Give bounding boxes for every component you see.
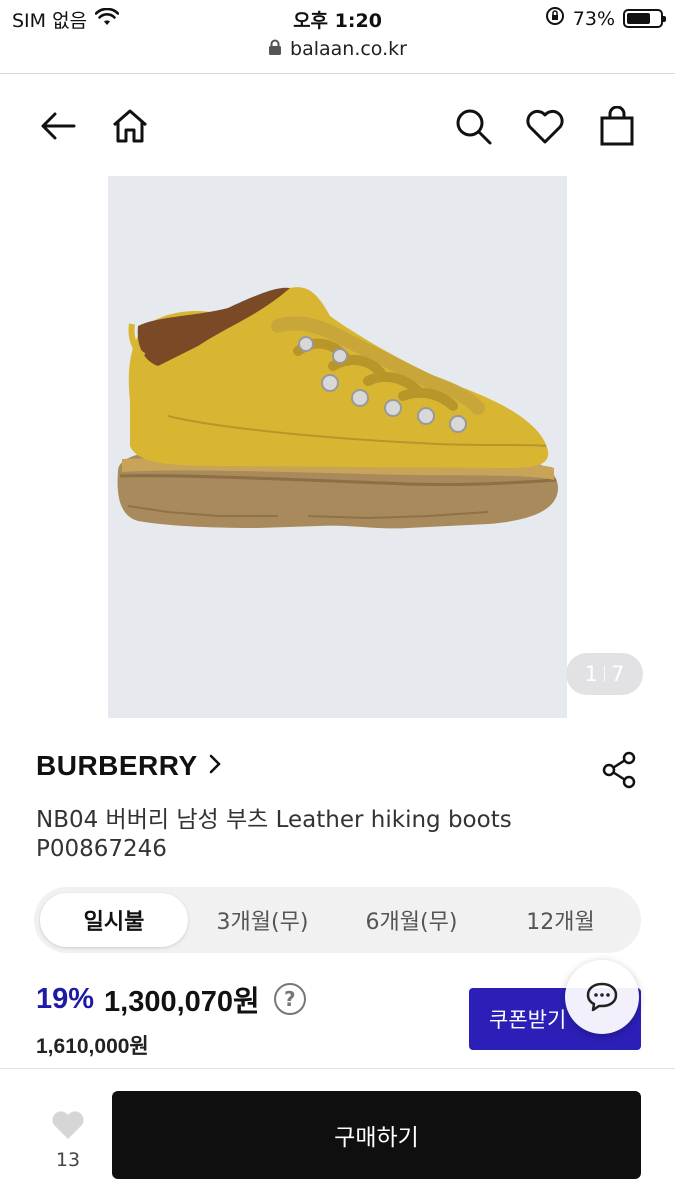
sale-price: 1,300,070원 xyxy=(104,986,260,1018)
search-icon[interactable] xyxy=(451,104,495,148)
discount-rate: 19% xyxy=(36,982,95,1015)
like-count: 13 xyxy=(55,1149,81,1171)
tab-3-months[interactable]: 3개월(무) xyxy=(188,893,337,947)
tab-12-months[interactable]: 12개월 xyxy=(486,893,635,947)
battery-icon xyxy=(623,9,666,28)
lock-icon xyxy=(268,38,282,60)
gallery-pager: 1 7 xyxy=(566,653,643,695)
heart-icon[interactable] xyxy=(523,104,567,148)
battery-percent: 73% xyxy=(572,7,615,30)
installment-tabs: 일시불 3개월(무) 6개월(무) 12개월 xyxy=(34,887,641,953)
product-image[interactable] xyxy=(108,176,567,718)
brand-name: BURBERRY xyxy=(36,750,198,781)
back-arrow-icon[interactable] xyxy=(36,104,80,148)
heart-filled-icon xyxy=(50,1111,86,1145)
tab-lump-sum[interactable]: 일시불 xyxy=(40,893,188,947)
status-bar: SIM 없음 오후 1:20 73% xyxy=(0,0,675,36)
price-row: 19% 1,300,070원 ? xyxy=(36,978,306,1020)
product-name: NB04 버버리 남성 부츠 Leather hiking boots xyxy=(36,807,512,833)
tab-6-months[interactable]: 6개월(무) xyxy=(337,893,486,947)
gallery-total: 7 xyxy=(611,662,625,686)
battery-level xyxy=(627,13,651,24)
brand-link[interactable]: BURBERRY xyxy=(36,750,222,782)
chat-icon[interactable] xyxy=(565,960,639,1034)
original-price: 1,610,000원 xyxy=(36,1035,149,1058)
buy-button[interactable]: 구매하기 xyxy=(112,1091,641,1179)
rotation-lock-icon xyxy=(545,6,565,31)
chevron-right-icon xyxy=(208,753,222,779)
bottom-action-bar: 13 구매하기 xyxy=(0,1068,675,1200)
coupon-button-label: 쿠폰받기 xyxy=(489,1008,567,1032)
url-text: balaan.co.kr xyxy=(290,38,407,60)
product-code: P00867246 xyxy=(36,836,167,862)
like-button[interactable]: 13 xyxy=(40,1109,96,1171)
shopping-bag-icon[interactable] xyxy=(595,104,639,148)
pager-divider xyxy=(604,666,605,682)
address-bar[interactable]: balaan.co.kr xyxy=(0,36,675,74)
buy-button-label: 구매하기 xyxy=(334,1125,419,1151)
home-icon[interactable] xyxy=(108,104,152,148)
boot-illustration xyxy=(117,287,559,529)
top-navigation xyxy=(0,76,675,176)
share-icon[interactable] xyxy=(600,750,640,790)
help-icon[interactable]: ? xyxy=(273,983,306,1015)
gallery-current: 1 xyxy=(584,662,598,686)
